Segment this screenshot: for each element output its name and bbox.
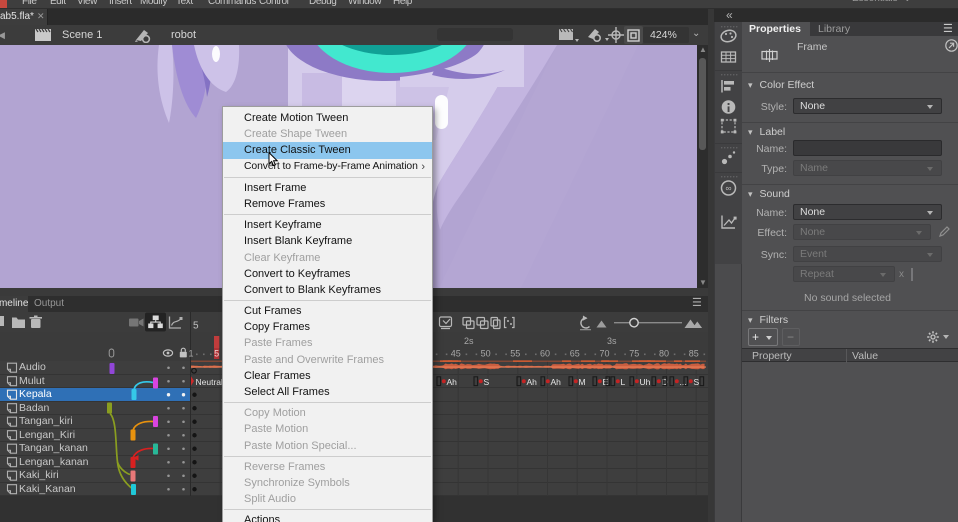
svg-text:80: 80 [659, 349, 669, 359]
svg-text:75: 75 [629, 349, 639, 359]
svg-text:Ah: Ah [447, 377, 458, 387]
svg-text:5: 5 [193, 321, 199, 332]
svg-text:85: 85 [689, 349, 699, 359]
svg-text:65: 65 [570, 349, 580, 359]
svg-text:S: S [694, 377, 700, 387]
svg-text:5: 5 [214, 349, 219, 359]
svg-text:2s: 2s [464, 336, 474, 346]
svg-text:Ah: Ah [527, 377, 538, 387]
svg-text:50: 50 [481, 349, 491, 359]
svg-text:55: 55 [510, 349, 520, 359]
svg-text:Ah: Ah [551, 377, 562, 387]
svg-text:∞: ∞ [725, 183, 731, 193]
svg-text:Neutral: Neutral [196, 377, 224, 387]
svg-text:45: 45 [451, 349, 461, 359]
svg-text:3s: 3s [607, 336, 617, 346]
svg-text:70: 70 [599, 349, 609, 359]
svg-text:1: 1 [189, 349, 194, 359]
svg-text:S: S [484, 377, 490, 387]
svg-text:60: 60 [540, 349, 550, 359]
svg-text:L: L [621, 377, 626, 387]
svg-text:Uh: Uh [640, 377, 651, 387]
svg-text:M: M [579, 377, 586, 387]
